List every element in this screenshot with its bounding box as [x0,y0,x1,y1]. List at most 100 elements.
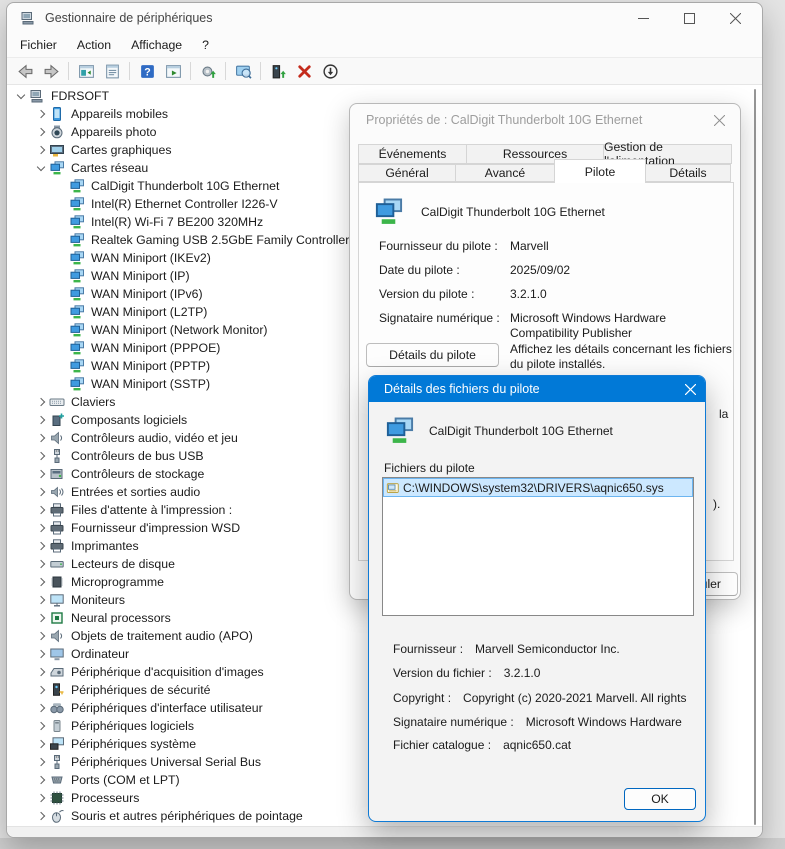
chevron-right-icon[interactable] [33,556,49,572]
network-icon [69,304,85,320]
chevron-right-icon[interactable] [33,772,49,788]
tree-item-label: CalDigit Thunderbolt 10G Ethernet [91,179,279,193]
close-button[interactable] [712,3,758,33]
uninstall-device-icon [296,63,313,80]
network-icon [69,322,85,338]
driver-files-listbox[interactable]: C:\WINDOWS\system32\DRIVERS\aqnic650.sys [382,477,694,616]
tree-item-label: Cartes réseau [71,161,148,175]
storage-icon [49,466,65,482]
tree-item-label: Périphériques système [71,737,196,751]
toolbar-disable-device-button[interactable] [317,59,343,83]
driver-file-item-selected[interactable]: C:\WINDOWS\system32\DRIVERS\aqnic650.sys [383,478,693,497]
toolbar-separator [190,62,191,80]
maximize-button[interactable] [666,3,712,33]
properties-window-icon [104,63,121,80]
title-bar[interactable]: Gestionnaire de périphériques [7,3,762,33]
tab-avanc-[interactable]: Avancé [455,164,555,182]
tree-item-label: WAN Miniport (IP) [91,269,190,283]
toolbar-properties-window-button[interactable] [99,59,125,83]
chevron-right-icon[interactable] [33,754,49,770]
chevron-right-icon[interactable] [33,502,49,518]
network-adapter-icon [384,415,415,446]
ok-button[interactable]: OK [624,788,696,810]
tree-item-label: Neural processors [71,611,171,625]
chevron-right-icon[interactable] [33,448,49,464]
printer-icon [49,502,65,518]
menu-fichier[interactable]: Fichier [10,35,67,55]
chevron-right-icon[interactable] [33,430,49,446]
chevron-right-icon[interactable] [33,592,49,608]
tab-g-n-ral[interactable]: Général [358,164,456,182]
chevron-right-icon[interactable] [33,736,49,752]
chevron-down-icon[interactable] [13,88,29,104]
audio-icon [49,430,65,446]
chevron-right-icon[interactable] [33,412,49,428]
toolbar-show-console-tree-button[interactable] [73,59,99,83]
chevron-right-icon[interactable] [33,538,49,554]
ports-icon [49,772,65,788]
tab--v-nements[interactable]: Événements [358,144,467,164]
tree-item-label: Périphériques logiciels [71,719,194,733]
menu-affichage[interactable]: Affichage [121,35,192,55]
properties-close-icon[interactable] [708,109,730,131]
chevron-right-icon[interactable] [33,646,49,662]
chevron-right-icon[interactable] [33,484,49,500]
tree-scrollbar[interactable] [754,89,756,825]
toolbar-update-driver-device-button[interactable] [265,59,291,83]
chevron-right-icon[interactable] [33,790,49,806]
toolbar-update-driver-button[interactable] [195,59,221,83]
chevron-right-icon[interactable] [33,124,49,140]
driver-details-button[interactable]: Détails du pilote [366,343,499,367]
dialog-title-bar[interactable]: Détails des fichiers du pilote [369,376,705,402]
field-value: aqnic650.cat [503,738,571,752]
minimize-button[interactable] [620,3,666,33]
field-label: Version du fichier : [393,666,492,680]
chevron-right-icon[interactable] [33,628,49,644]
chevron-right-icon[interactable] [33,142,49,158]
network-icon [69,250,85,266]
menu-bar: Fichier Action Affichage ? [7,33,762,57]
network-icon [69,376,85,392]
tree-item-label: Files d'attente à l'impression : [71,503,232,517]
chevron-right-icon[interactable] [33,610,49,626]
chevron-right-icon[interactable] [33,394,49,410]
tree-item-label: Composants logiciels [71,413,187,427]
toolbar-separator [68,62,69,80]
menu-help[interactable]: ? [192,35,219,55]
tree-item-label: Claviers [71,395,115,409]
tree-item-label: Imprimantes [71,539,139,553]
printer-icon [49,520,65,536]
toolbar-back-button[interactable] [12,59,38,83]
toolbar-action-pane-button[interactable] [160,59,186,83]
toolbar-scan-hardware-changes-button[interactable] [230,59,256,83]
network-icon [49,160,65,176]
disable-device-icon [322,63,339,80]
status-bar [7,826,762,837]
chevron-right-icon[interactable] [33,682,49,698]
field-label: Copyright : [393,691,451,705]
file-detail-row: Fournisseur :Marvell Semiconductor Inc. [393,642,697,656]
field-value: Microsoft Windows Hardware Compatibility… [510,311,731,341]
chevron-right-icon[interactable] [33,520,49,536]
toolbar [7,57,762,85]
chevron-right-icon[interactable] [33,700,49,716]
chevron-right-icon[interactable] [33,466,49,482]
printer-icon [49,538,65,554]
menu-action[interactable]: Action [67,35,121,55]
network-icon [69,214,85,230]
chevron-down-icon[interactable] [33,160,49,176]
screen: Gestionnaire de périphériques Fichier Ac… [0,0,785,849]
tree-item-label: Processeurs [71,791,139,805]
chevron-right-icon[interactable] [33,808,49,824]
chevron-right-icon[interactable] [33,574,49,590]
toolbar-help-button[interactable] [134,59,160,83]
toolbar-uninstall-device-button[interactable] [291,59,317,83]
file-details-close-icon[interactable] [675,376,705,402]
chevron-right-icon[interactable] [33,718,49,734]
file-details-title: Détails des fichiers du pilote [384,382,675,396]
chevron-right-icon[interactable] [33,664,49,680]
toolbar-forward-button[interactable] [38,59,64,83]
chevron-right-icon[interactable] [33,106,49,122]
tab-pilote[interactable]: Pilote [554,159,646,183]
tab-d-tails[interactable]: Détails [645,164,731,182]
